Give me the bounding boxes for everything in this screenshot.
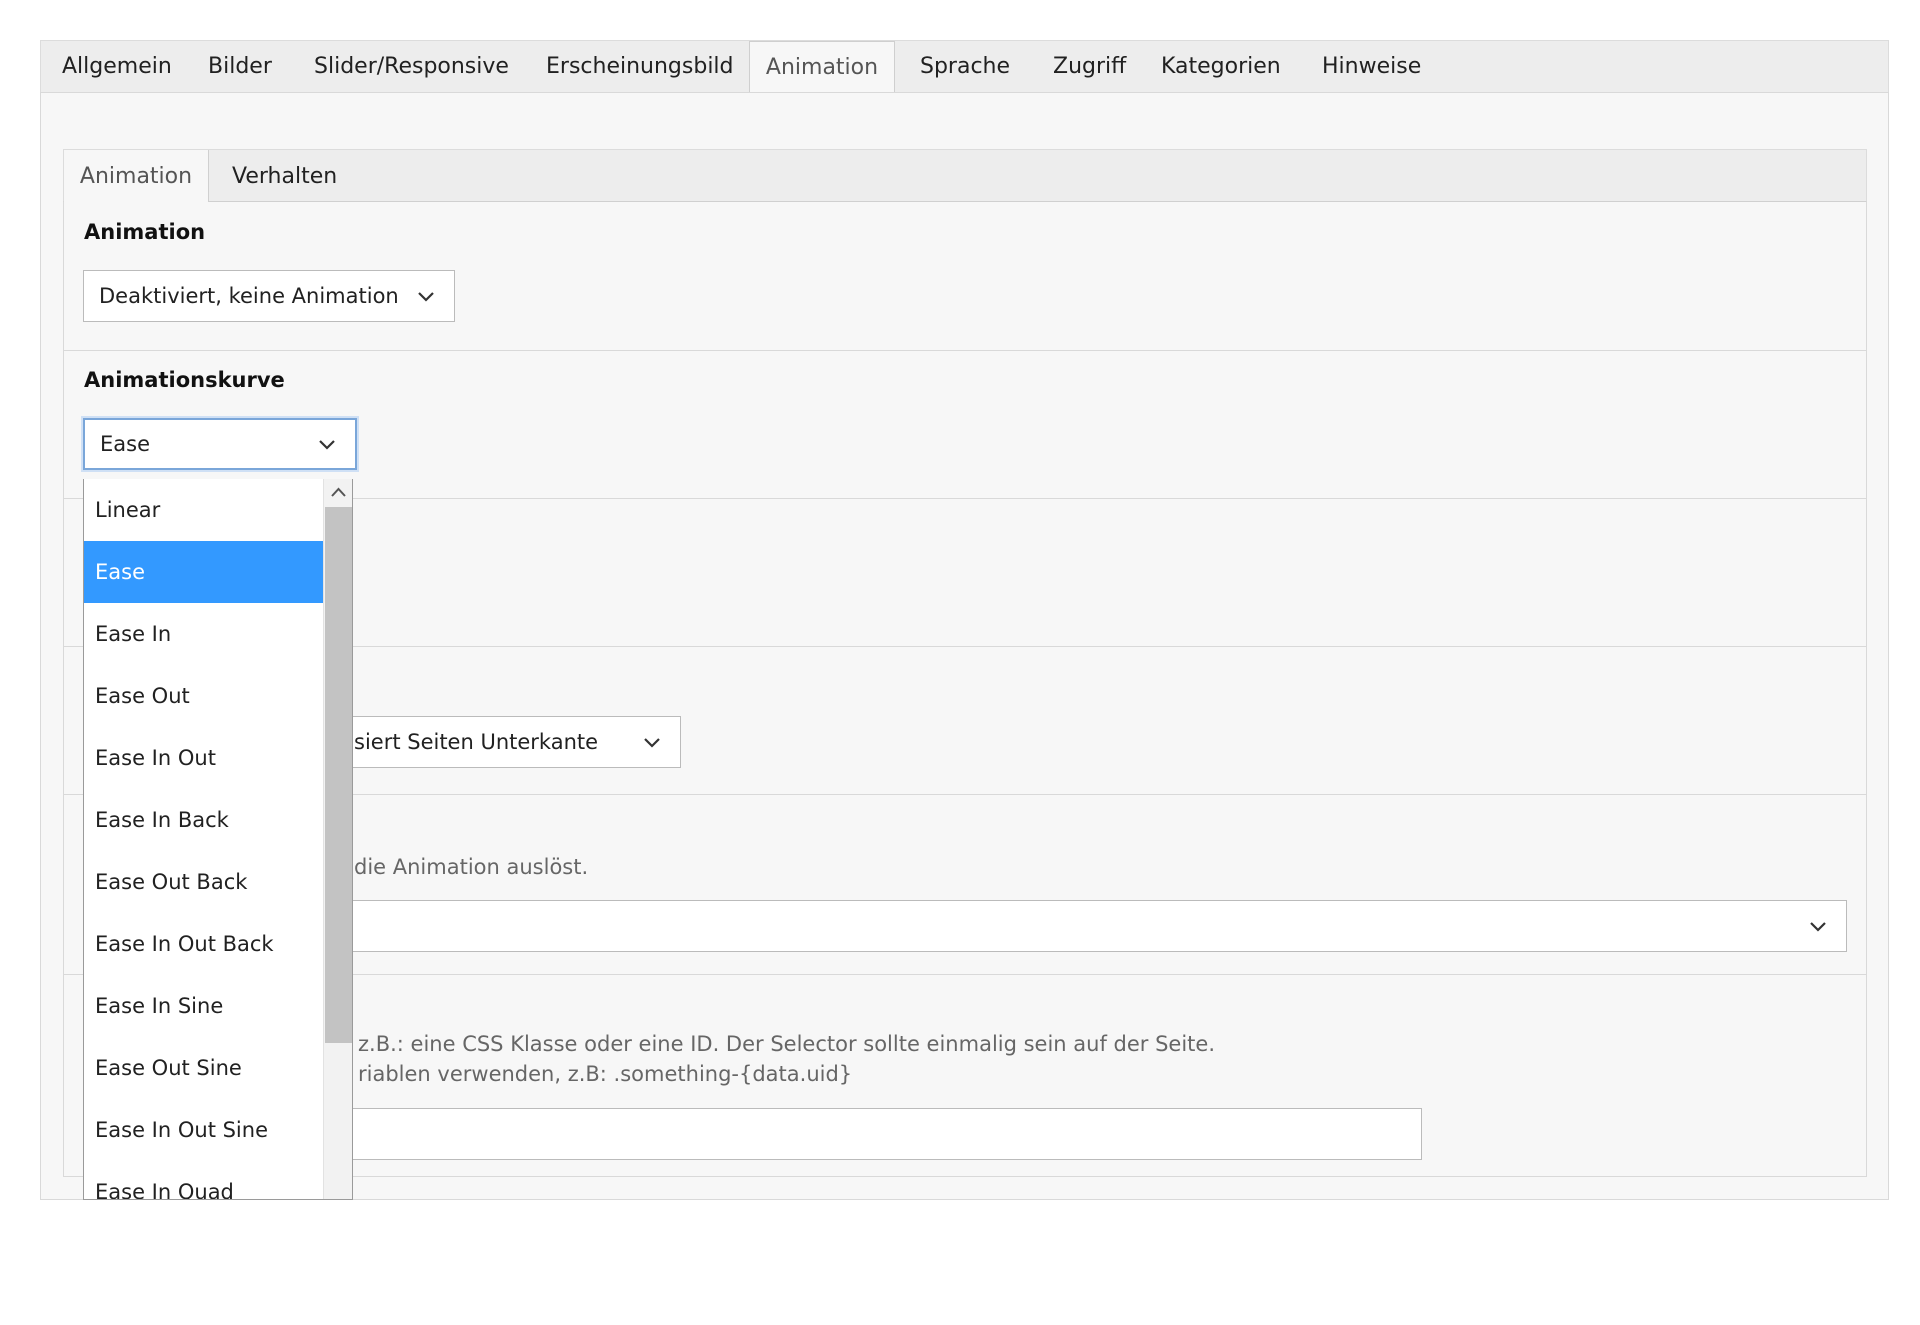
dropdown-option-ease-in-back[interactable]: Ease In Back [84, 789, 324, 851]
scrollbar-thumb[interactable] [325, 507, 352, 1043]
chevron-down-icon [418, 292, 434, 302]
trigger-select-value: siert Seiten Unterkante [354, 730, 599, 754]
dropdown-option-ease-out-sine[interactable]: Ease Out Sine [84, 1037, 324, 1099]
divider [64, 350, 1866, 351]
dropdown-option-ease-in-out-sine[interactable]: Ease In Out Sine [84, 1099, 324, 1161]
chevron-down-icon [1810, 922, 1826, 932]
curve-dropdown-list[interactable]: Linear Ease Ease In Ease Out Ease In Out… [83, 479, 353, 1200]
animation-select-value: Deaktiviert, keine Animation [99, 284, 399, 308]
dropdown-option-ease-in-out-back[interactable]: Ease In Out Back [84, 913, 324, 975]
dropdown-option-ease-in-sine[interactable]: Ease In Sine [84, 975, 324, 1037]
chevron-down-icon [644, 738, 660, 748]
dropdown-scrollbar[interactable] [323, 479, 352, 1199]
animation-label: Animation [84, 220, 206, 244]
tab-kategorien[interactable]: Kategorien [1161, 41, 1281, 93]
sub-tab-animation[interactable]: Animation [64, 150, 209, 204]
dropdown-option-ease-out[interactable]: Ease Out [84, 665, 324, 727]
tab-hinweise[interactable]: Hinweise [1322, 41, 1421, 93]
chevron-up-icon[interactable] [324, 479, 353, 507]
element-help-text: die Animation auslöst. [354, 855, 589, 879]
main-tab-bar: Allgemein Bilder Slider/Responsive Ersch… [40, 40, 1889, 95]
curve-select[interactable]: Ease [83, 418, 357, 470]
dropdown-option-ease-out-back[interactable]: Ease Out Back [84, 851, 324, 913]
sub-tab-bar: Animation Verhalten [63, 149, 1867, 204]
tab-animation[interactable]: Animation [749, 41, 895, 95]
tab-bilder[interactable]: Bilder [208, 41, 272, 93]
dropdown-option-ease-in[interactable]: Ease In [84, 603, 324, 665]
tab-sprache[interactable]: Sprache [920, 41, 1010, 93]
dropdown-option-ease[interactable]: Ease [84, 541, 324, 603]
tab-allgemein[interactable]: Allgemein [62, 41, 172, 93]
tab-erscheinungsbild[interactable]: Erscheinungsbild [546, 41, 734, 93]
curve-select-value: Ease [100, 432, 150, 456]
dropdown-option-ease-in-quad[interactable]: Ease In Quad [84, 1161, 324, 1199]
curve-label: Animationskurve [84, 368, 285, 392]
sub-tab-verhalten[interactable]: Verhalten [232, 150, 337, 203]
tab-slider-responsive[interactable]: Slider/Responsive [314, 41, 509, 93]
animation-select[interactable]: Deaktiviert, keine Animation [83, 270, 455, 322]
selector-help-text-2: riablen verwenden, z.B: .something-{data… [358, 1062, 853, 1086]
selector-help-text-1: z.B.: eine CSS Klasse oder eine ID. Der … [358, 1032, 1216, 1056]
dropdown-option-linear[interactable]: Linear [84, 479, 324, 541]
dropdown-option-ease-in-out[interactable]: Ease In Out [84, 727, 324, 789]
chevron-down-icon [319, 440, 335, 450]
tab-zugriff[interactable]: Zugriff [1053, 41, 1126, 93]
